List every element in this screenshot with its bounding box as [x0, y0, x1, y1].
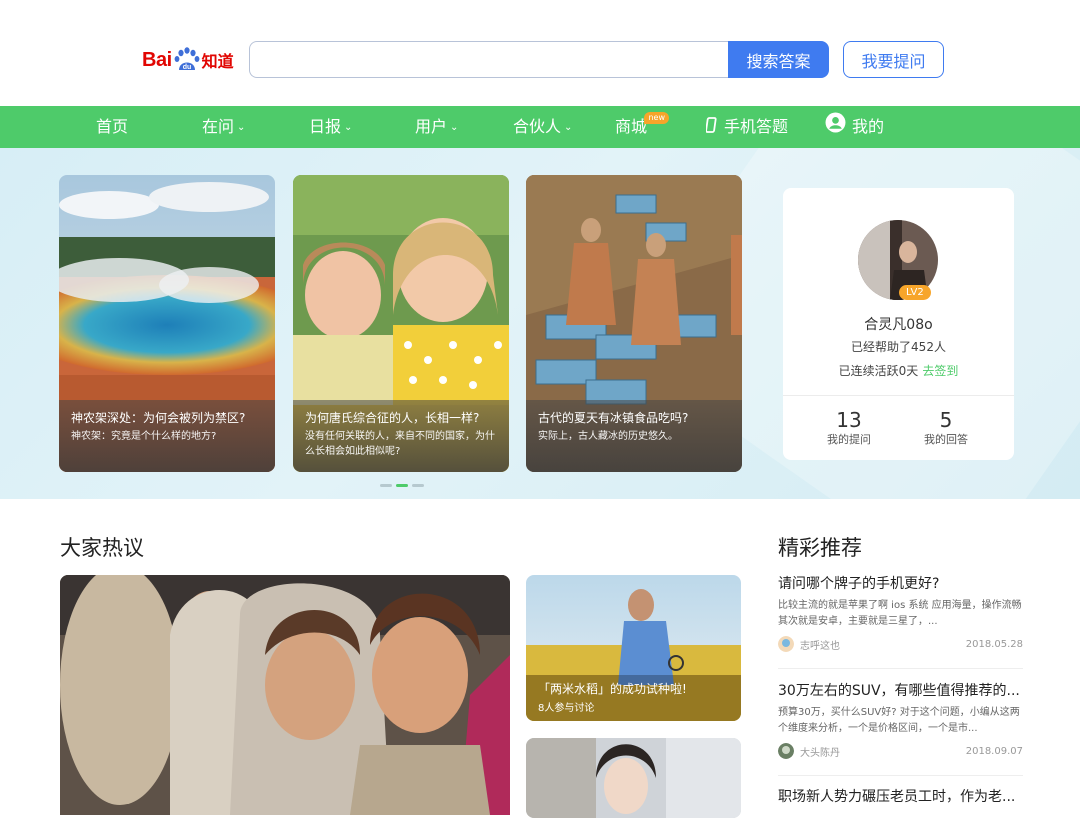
nav-item-mobile-answer[interactable]: 手机答题: [705, 106, 789, 149]
hot-side-title: 「两米水稻」的成功试种啦!: [538, 682, 687, 696]
banner-card[interactable]: 为何唐氏综合征的人，长相一样? 没有任何关联的人，来自不同的国家，为什么长相会如…: [293, 175, 509, 472]
banner-card[interactable]: 神农架深处：为何会被列为禁区? 神农架：究竟是个什么样的地方?: [59, 175, 275, 472]
my-questions-stat[interactable]: 13 我的提问: [809, 408, 889, 448]
logo-suffix: 知道: [201, 52, 234, 71]
divider: [778, 668, 1023, 669]
user-card: LV2 合灵凡08o 已经帮助了452人 已连续活跃0天 去签到 13 我的提问 …: [783, 188, 1014, 460]
recommend-item[interactable]: 30万左右的SUV，有哪些值得推荐的... 预算30万，买什么SUV好? 对于这…: [778, 681, 1023, 759]
paw-icon: du: [173, 46, 201, 74]
mobile-icon: [705, 107, 718, 149]
recommend-title[interactable]: 请问哪个牌子的手机更好?: [778, 574, 1023, 594]
chevron-down-icon: ⌄: [237, 122, 246, 133]
nav-item-users[interactable]: 用户 ⌄: [415, 106, 458, 148]
recommend-meta: 大头陈丹 2018.09.07: [778, 743, 1023, 759]
my-answers-stat[interactable]: 5 我的回答: [906, 408, 986, 448]
carousel-dot[interactable]: [380, 484, 392, 487]
svg-text:du: du: [182, 64, 191, 71]
hot-main-card[interactable]: [60, 575, 510, 815]
banner-card-caption: 神农架深处：为何会被列为禁区? 神农架：究竟是个什么样的地方?: [59, 400, 275, 472]
banner-card-title: 古代的夏天有冰镇食品吃吗?: [538, 411, 689, 425]
recommend-meta: 志呼这也 2018.05.28: [778, 636, 1023, 652]
chevron-down-icon: ⌄: [344, 122, 353, 133]
banner: 神农架深处：为何会被列为禁区? 神农架：究竟是个什么样的地方? 为何唐氏综合征的…: [0, 148, 1080, 499]
helped-count-text: 已经帮助了452人: [851, 340, 946, 354]
carousel-dot[interactable]: [396, 484, 408, 487]
nav-label: 日报: [309, 117, 342, 136]
questions-label: 我的提问: [827, 433, 871, 446]
search-input[interactable]: [249, 41, 729, 78]
banner-card-subtitle: 没有任何关联的人，来自不同的国家，为什么长相会如此相似呢?: [305, 431, 495, 457]
questions-count: 13: [836, 408, 862, 432]
ask-question-button[interactable]: 我要提问: [843, 41, 944, 78]
recommend-title[interactable]: 30万左右的SUV，有哪些值得推荐的...: [778, 681, 1023, 701]
banner-card-caption: 古代的夏天有冰镇食品吃吗? 实际上，古人藏冰的历史悠久。: [526, 400, 742, 472]
main-nav: 首页 在问 ⌄ 日报 ⌄ 用户 ⌄ 合伙人 ⌄ 商城 new 手机答题 我的: [0, 106, 1080, 148]
nav-item-mine[interactable]: 我的: [825, 106, 884, 148]
answers-count: 5: [939, 408, 953, 432]
nav-label: 首页: [96, 117, 129, 136]
banner-card-title: 为何唐氏综合征的人，长相一样?: [305, 411, 480, 425]
banner-card-title: 神农架深处：为何会被列为禁区?: [71, 411, 246, 425]
hot-side-card[interactable]: [526, 738, 741, 818]
nav-label: 商城: [615, 117, 648, 136]
author-avatar[interactable]: [778, 636, 794, 652]
header: Bai du 知道 搜索答案 我要提问: [0, 0, 1080, 106]
post-date: 2018.05.28: [965, 638, 1023, 650]
logo-text: Bai: [142, 48, 172, 71]
active-streak: 已连续活跃0天 去签到: [783, 362, 1014, 379]
recommend-item[interactable]: 职场新人势力碾压老员工时，作为老...: [778, 787, 1023, 807]
username[interactable]: 合灵凡08o: [783, 314, 1014, 334]
post-date: 2018.09.07: [965, 745, 1023, 757]
refugee-children-image: [60, 575, 510, 815]
level-badge: LV2: [899, 285, 931, 300]
nav-label: 用户: [415, 117, 448, 136]
hot-side-meta: 8人参与讨论: [538, 703, 595, 714]
answers-label: 我的回答: [924, 433, 968, 446]
divider: [783, 395, 1014, 396]
carousel-dots: [380, 484, 424, 487]
section-title-hot: 大家热议: [60, 536, 144, 560]
author-name[interactable]: 志呼这也: [800, 637, 840, 652]
sign-in-link[interactable]: 去签到: [922, 364, 958, 378]
author-name[interactable]: 大头陈丹: [800, 744, 840, 759]
nav-label: 我的: [852, 117, 885, 136]
recommend-desc: 预算30万，买什么SUV好? 对于这个问题，小编从这两个维度来分析，一个是价格区…: [778, 707, 1020, 734]
banner-card-subtitle: 神农架：究竟是个什么样的地方?: [71, 431, 217, 442]
streak-text: 已连续活跃0天: [838, 364, 919, 378]
hot-side-card[interactable]: 「两米水稻」的成功试种啦! 8人参与讨论: [526, 575, 741, 721]
recommend-desc: 比较主流的就是苹果了啊 ios 系统 应用海量，操作流畅 其次就是安卓，主要就是…: [778, 600, 1022, 627]
author-avatar[interactable]: [778, 743, 794, 759]
recommend-title[interactable]: 职场新人势力碾压老员工时，作为老...: [778, 787, 1023, 807]
chevron-down-icon: ⌄: [564, 122, 573, 133]
banner-card[interactable]: 古代的夏天有冰镇食品吃吗? 实际上，古人藏冰的历史悠久。: [526, 175, 742, 472]
nav-item-partners[interactable]: 合伙人 ⌄: [513, 106, 572, 148]
nav-label: 在问: [202, 117, 235, 136]
new-badge: new: [644, 112, 670, 124]
banner-card-subtitle: 实际上，古人藏冰的历史悠久。: [538, 431, 678, 442]
divider: [778, 775, 1023, 776]
search-button[interactable]: 搜索答案: [728, 41, 829, 78]
nav-item-daily[interactable]: 日报 ⌄: [309, 106, 352, 148]
nav-item-home[interactable]: 首页: [96, 106, 128, 148]
baidu-zhidao-logo[interactable]: Bai du 知道: [142, 44, 236, 76]
chevron-down-icon: ⌄: [450, 122, 459, 133]
banner-card-caption: 为何唐氏综合征的人，长相一样? 没有任何关联的人，来自不同的国家，为什么长相会如…: [293, 400, 509, 472]
nav-item-mall[interactable]: 商城 new: [615, 106, 670, 148]
carousel-dot[interactable]: [412, 484, 424, 487]
user-circle-icon: [825, 107, 846, 149]
nav-label: 手机答题: [724, 117, 789, 136]
recommend-item[interactable]: 请问哪个牌子的手机更好? 比较主流的就是苹果了啊 ios 系统 应用海量，操作流…: [778, 574, 1023, 652]
nav-item-asking[interactable]: 在问 ⌄: [202, 106, 245, 148]
section-title-recommend: 精彩推荐: [778, 536, 862, 560]
nav-label: 合伙人: [513, 117, 562, 136]
actress-image: [526, 738, 741, 818]
